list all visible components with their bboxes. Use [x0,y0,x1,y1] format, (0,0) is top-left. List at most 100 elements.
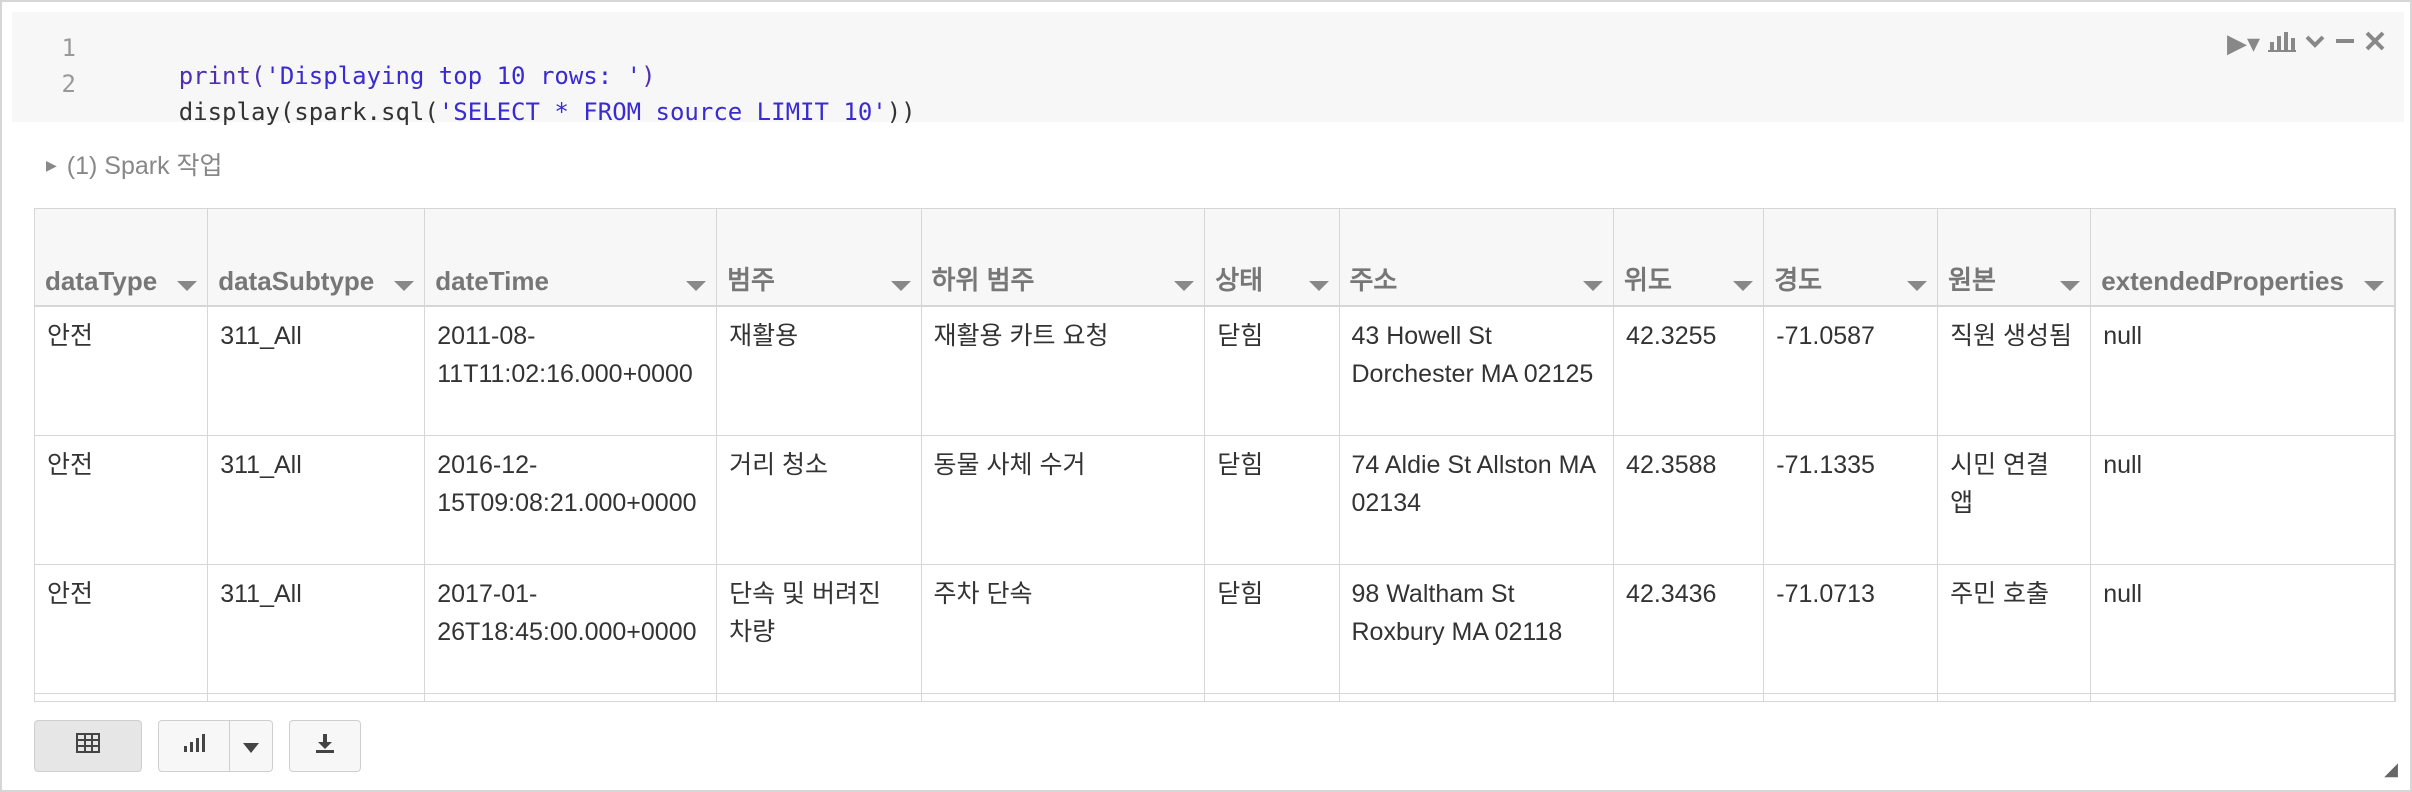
table-cell: 단속 및 버려진 차량 [716,564,922,694]
column-header[interactable]: 하위 범주 [921,209,1206,307]
table-cell: 311_All [207,693,426,701]
sort-caret-icon[interactable] [890,281,911,291]
sort-caret-icon[interactable] [2060,281,2081,291]
download-icon [314,732,336,760]
table-cell: 311_All [207,306,426,436]
sort-caret-icon[interactable] [1907,281,1928,291]
code-line-2[interactable]: display(spark.sql('SELECT * FROM source … [92,70,916,154]
table-cell: 동물 사체 수거 [921,435,1206,565]
table-cell: 98 Waltham St Roxbury MA 02118 [1339,564,1615,694]
table-cell: Citizens [1937,693,2092,701]
chart-icon[interactable] [2268,28,2296,59]
table-cell: 2017-02- [424,693,718,701]
sort-caret-icon[interactable] [1308,281,1329,291]
column-header-label: 하위 범주 [931,265,1035,295]
line-number: 1 [61,34,76,62]
code-token: )) [886,98,916,126]
column-header[interactable]: 범주 [716,209,922,307]
table-row: 안전 311_All 2017-01-26T18:45:00.000+0000 단속 … [35,564,2395,694]
spark-jobs-toggle[interactable]: ▶ (1) Spark 작업 [46,146,223,182]
column-header[interactable]: dataSubtype [207,209,426,307]
table-cell: 2016-12-15T09:08:21.000+0000 [424,435,718,565]
sort-caret-icon[interactable] [2364,281,2384,291]
table-cell: 닫힘 [1204,564,1340,694]
close-icon[interactable] [2364,29,2386,59]
table-cell: 주차 단속 [921,564,1206,694]
caret-down-icon [243,734,259,759]
column-header[interactable]: 주소 [1339,209,1615,307]
table-icon [76,733,100,759]
expand-triangle-icon: ▶ [46,156,57,173]
table-row: 안전 311_All 2016-12-15T09:08:21.000+0000 거리 … [35,435,2395,565]
cell-toolbar: ▶▾ [2227,28,2386,59]
column-header[interactable]: 상태 [1204,209,1340,307]
sort-caret-icon[interactable] [1733,281,1754,291]
bar-chart-icon [182,732,206,760]
table-cell: 311_All [207,435,426,565]
table-cell: 시민 연결 앱 [1937,435,2092,565]
notebook-cell: 1 print('Displaying top 10 rows: ') 2 di… [0,0,2412,792]
table-cell: Administrative [716,693,922,701]
results-table: dataType dataSubtype dateTime 범주 하위 범주 상태 주소 위도… [34,208,2396,702]
table-cell: -71.0587 [1763,306,1939,436]
table-view-button[interactable] [34,720,142,772]
run-icon[interactable]: ▶▾ [2227,29,2260,59]
column-header-label: 상태 [1215,265,1264,295]
table-cell: Misc. Snow Complaint [921,693,1206,701]
sort-caret-icon[interactable] [686,281,707,291]
table-cell: 재활용 카트 요청 [921,306,1206,436]
sort-caret-icon[interactable] [394,281,415,291]
table-cell: 42.3534 [1613,693,1765,701]
column-header[interactable]: 위도 [1613,209,1765,307]
result-toolbar [34,720,361,772]
table-cell: -71.0597 [1763,693,1939,701]
table-cell: 42.3588 [1613,435,1765,565]
table-cell: 74 Aldie St Allston MA 02134 [1339,435,1615,565]
minus-icon[interactable] [2334,29,2356,59]
table-cell [2090,693,2395,701]
table-cell: 안전 [35,435,209,565]
table-cell: 안전 [35,306,209,436]
line-number: 2 [61,70,76,98]
table-cell: 42.3255 [1613,306,1765,436]
column-header[interactable]: extendedProperties [2090,209,2395,307]
table-cell: 거리 청소 [716,435,922,565]
chart-view-button[interactable] [158,720,230,772]
table-cell: 재활용 [716,306,922,436]
table-cell [35,693,209,701]
column-header-label: 원본 [1948,265,1996,295]
table-row: 안전 311_All 2011-08-11T11:02:16.000+0000 재활용… [35,306,2395,436]
sort-caret-icon[interactable] [1174,281,1195,291]
column-header[interactable]: dataType [35,209,209,307]
table-cell: 2017-01-26T18:45:00.000+0000 [424,564,718,694]
spark-jobs-label: (1) Spark 작업 [66,152,223,180]
resize-handle-icon[interactable]: ◢ [2384,759,2398,780]
table-cell: 2011-08-11T11:02:16.000+0000 [424,306,718,436]
column-header-label: 범주 [727,265,775,295]
code-token: 'SELECT * FROM source LIMIT 10' [438,98,887,126]
download-button[interactable] [289,720,361,772]
column-header-label: dataSubtype [218,266,375,296]
column-header-label: 주소 [1349,265,1398,295]
chart-button-group [158,720,273,772]
table-cell: 311_All [207,564,426,694]
column-header[interactable]: 원본 [1937,209,2092,307]
code-editor[interactable]: 1 print('Displaying top 10 rows: ') 2 di… [12,12,2404,126]
table-cell: 안전 [35,564,209,694]
column-header-label: extendedProperties [2101,266,2344,296]
column-header-label: dataType [45,266,158,296]
column-header-label: dateTime [435,266,549,296]
column-header-label: 경도 [1774,265,1823,295]
table-cell: -71.1335 [1763,435,1939,565]
chevron-down-icon[interactable] [2304,29,2326,59]
table-cell: 42.3436 [1613,564,1765,694]
table-cell: null [2090,435,2395,565]
table-cell: 닫힘 [1204,435,1340,565]
chart-dropdown-button[interactable] [230,720,273,772]
table-cell: 닫힘 [1204,306,1340,436]
sort-caret-icon[interactable] [1583,281,1604,291]
column-header[interactable]: 경도 [1763,209,1939,307]
column-header[interactable]: dateTime [424,209,718,307]
sort-caret-icon[interactable] [177,281,198,291]
table-cell: 43 Howell St Dorchester MA 02125 [1339,306,1615,436]
